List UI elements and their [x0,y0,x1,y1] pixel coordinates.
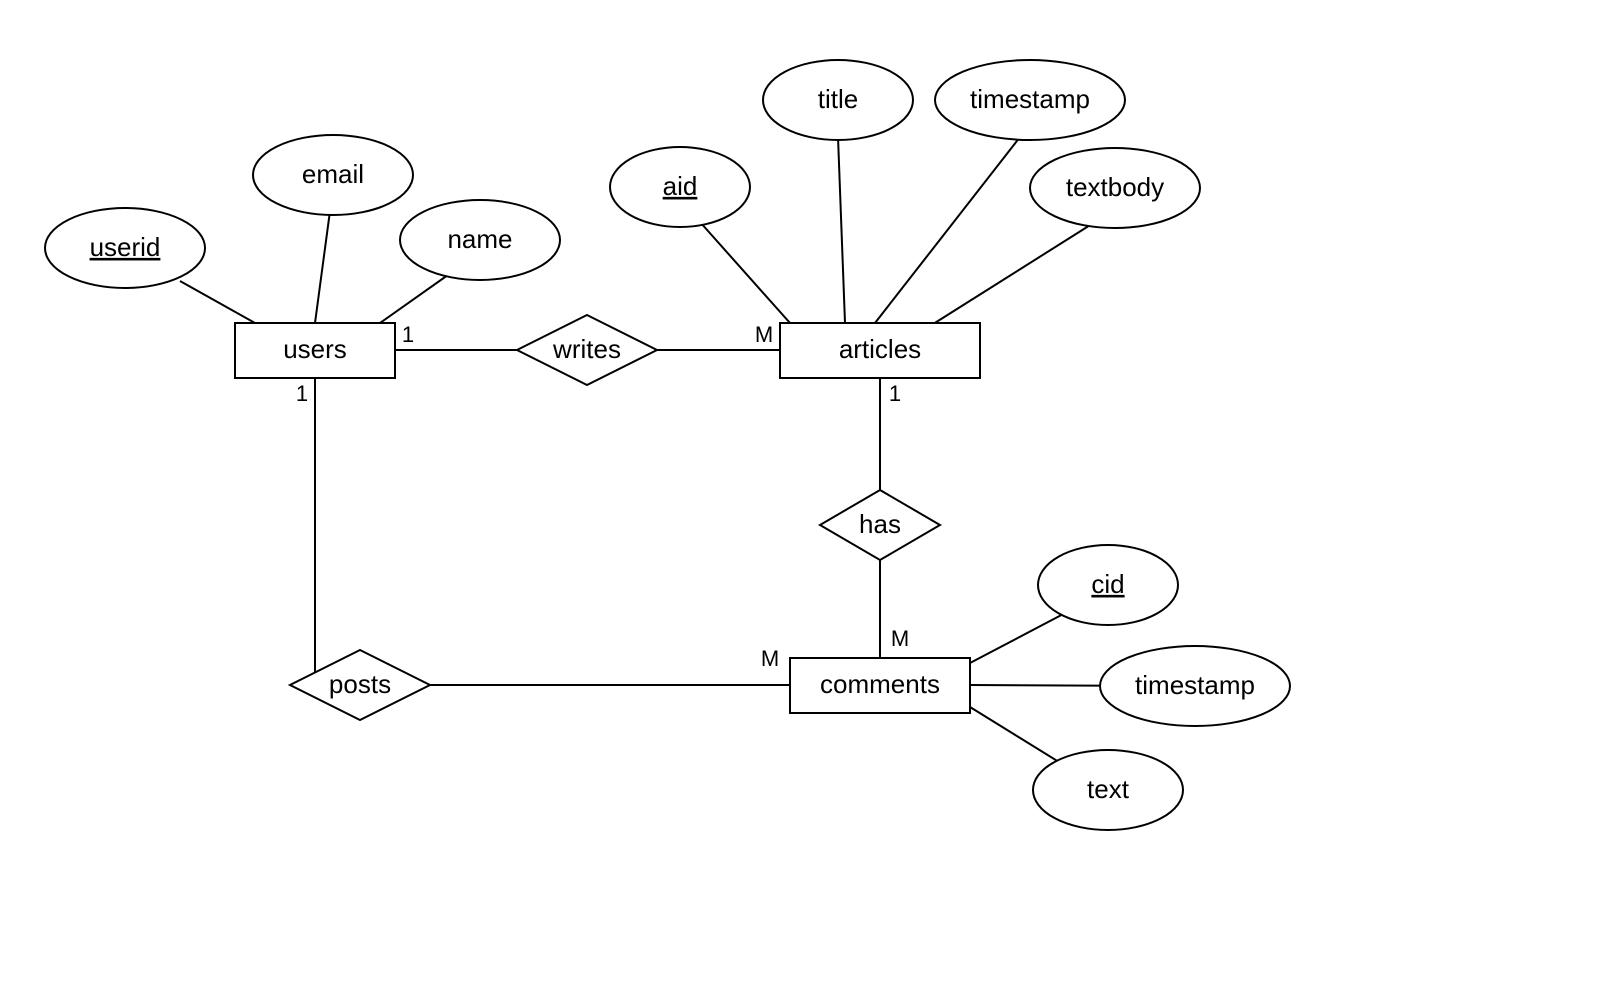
cardinality-users-posts: 1 [296,381,308,406]
entity-comments: comments [790,658,970,713]
attribute-c-timestamp-label: timestamp [1135,670,1255,700]
edge-articles-aid [700,222,790,323]
relationship-posts-label: posts [329,669,391,699]
attribute-email: email [253,135,413,215]
attribute-textbody: textbody [1030,148,1200,228]
entity-users: users [235,323,395,378]
relationship-has-label: has [859,509,901,539]
attribute-title: title [763,60,913,140]
attribute-userid-label: userid [90,232,161,262]
edge-articles-timestamp [875,137,1020,323]
attribute-name: name [400,200,560,280]
edge-users-email [315,211,330,323]
edge-articles-title [838,137,845,323]
relationship-posts: posts [290,650,430,720]
cardinality-articles-writes: M [755,322,773,347]
er-diagram: users articles comments writes has posts… [0,0,1606,998]
cardinality-users-writes: 1 [402,322,414,347]
attribute-userid: userid [45,208,205,288]
attribute-aid-label: aid [663,171,698,201]
attribute-cid: cid [1038,545,1178,625]
attribute-textbody-label: textbody [1066,172,1164,202]
relationship-writes: writes [517,315,657,385]
entity-articles: articles [780,323,980,378]
relationship-has: has [820,490,940,560]
attribute-text-label: text [1087,774,1130,804]
attribute-c-timestamp: timestamp [1100,646,1290,726]
attribute-a-timestamp: timestamp [935,60,1125,140]
attribute-text: text [1033,750,1183,830]
cardinality-comments-has: M [891,626,909,651]
attribute-title-label: title [818,84,858,114]
attribute-a-timestamp-label: timestamp [970,84,1090,114]
attribute-name-label: name [447,224,512,254]
edge-users-userid [180,281,255,323]
cardinality-articles-has: 1 [889,381,901,406]
entity-articles-label: articles [839,334,921,364]
attribute-cid-label: cid [1091,569,1124,599]
entity-users-label: users [283,334,347,364]
attribute-email-label: email [302,159,364,189]
edge-articles-textbody [930,222,1095,326]
cardinality-comments-posts: M [761,646,779,671]
edge-users-name [380,270,455,323]
relationship-writes-label: writes [552,334,621,364]
attribute-aid: aid [610,147,750,227]
entity-comments-label: comments [820,669,940,699]
